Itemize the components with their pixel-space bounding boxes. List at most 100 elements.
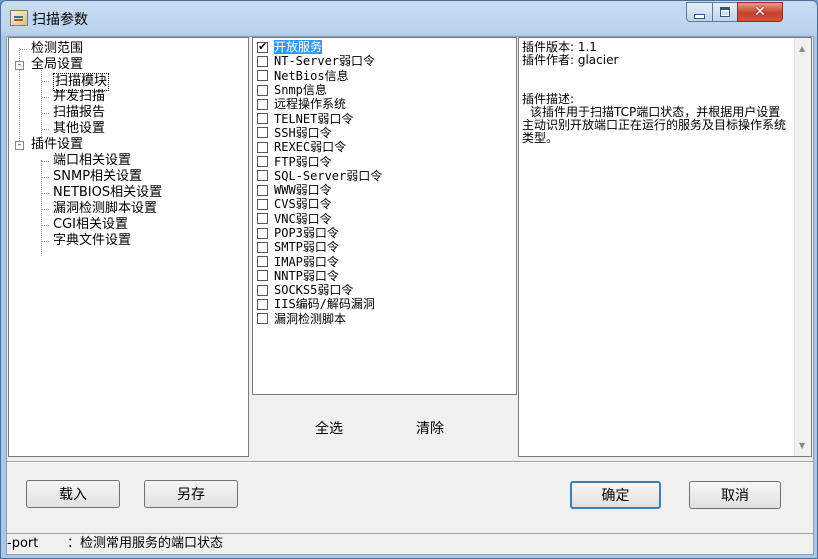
tree-item-label: SNMP相关设置 (53, 169, 143, 184)
module-item[interactable]: NNTP弱口令 (257, 269, 382, 283)
module-item[interactable]: SOCKS5弱口令 (257, 283, 382, 297)
module-item[interactable]: 漏洞检测脚本 (257, 312, 382, 326)
tree-item-label: 扫描报告 (53, 105, 106, 120)
separator (7, 461, 813, 463)
clear-button[interactable]: 清除 (416, 418, 444, 438)
module-item[interactable]: NT-Server弱口令 (257, 54, 382, 68)
module-label: SQL-Server弱口令 (274, 168, 383, 183)
module-checkbox[interactable] (257, 241, 268, 253)
module-label: TELNET弱口令 (274, 111, 354, 126)
tree-connector (20, 49, 27, 50)
scan-params-window: 扫描参数 ✕ 检测范围 - 全局设置 扫描模块 并发扫描 扫描报告 其他设置 - 插件设置 端口相… (0, 0, 818, 559)
module-item[interactable]: SQL-Server弱口令 (257, 169, 382, 183)
module-item[interactable]: IMAP弱口令 (257, 254, 382, 269)
module-label: NT-Server弱口令 (274, 54, 376, 69)
info-scrollbar[interactable]: ▲ ▼ (794, 38, 811, 456)
ok-button[interactable]: 确定 (570, 481, 661, 509)
module-checkbox[interactable] (257, 256, 268, 268)
module-checkbox[interactable] (257, 141, 268, 153)
tree-connector (42, 161, 49, 162)
module-checkbox[interactable] (257, 113, 268, 125)
collapse-icon[interactable]: - (15, 61, 24, 70)
module-checkbox[interactable] (257, 213, 268, 225)
scroll-up-icon[interactable]: ▲ (799, 44, 805, 53)
module-label: CVS弱口令 (274, 197, 332, 212)
module-label: FTP弱口令 (274, 154, 332, 169)
maximize-icon (720, 7, 730, 17)
module-checkbox[interactable] (257, 298, 268, 310)
close-button[interactable]: ✕ (737, 2, 783, 22)
module-label: 开放服务 (274, 40, 323, 55)
module-item[interactable]: POP3弱口令 (257, 226, 382, 240)
module-label: NetBios信息 (274, 68, 349, 83)
plugin-author: 插件作者: glacier (522, 53, 619, 67)
module-item[interactable]: 开放服务 (257, 40, 382, 55)
module-label: 漏洞检测脚本 (274, 311, 347, 326)
module-checkbox[interactable] (257, 98, 268, 110)
save-as-button[interactable]: 另存 (144, 480, 238, 508)
title-bar[interactable]: 扫描参数 ✕ (1, 1, 817, 35)
tree-item-label: NETBIOS相关设置 (53, 185, 163, 200)
module-label: WWW弱口令 (274, 183, 332, 198)
module-item[interactable]: IIS编码/解码漏洞 (257, 297, 382, 311)
module-list-items: 开放服务NT-Server弱口令NetBios信息Snmp信息远程操作系统TEL… (257, 40, 382, 326)
module-checkbox[interactable] (257, 84, 268, 96)
status-bar: -port ：检测常用服务的端口状态 (7, 533, 813, 554)
tree-connector (42, 193, 49, 194)
module-label: VNC弱口令 (274, 211, 332, 226)
scroll-down-icon[interactable]: ▼ (799, 441, 805, 450)
tree-item-label: 并发扫描 (53, 89, 106, 104)
module-item[interactable]: VNC弱口令 (257, 212, 382, 226)
module-item[interactable]: FTP弱口令 (257, 154, 382, 169)
module-item[interactable]: SMTP弱口令 (257, 240, 382, 254)
tree-connector (42, 81, 49, 82)
select-all-button[interactable]: 全选 (315, 418, 343, 438)
module-item[interactable]: TELNET弱口令 (257, 111, 382, 126)
module-checkbox[interactable] (257, 40, 268, 54)
tree-item-label: 插件设置 (31, 137, 84, 152)
cancel-button[interactable]: 取消 (689, 481, 781, 509)
module-checkbox[interactable] (257, 198, 268, 210)
minimize-icon (694, 13, 705, 19)
module-checkbox[interactable] (257, 284, 268, 296)
module-label: IMAP弱口令 (274, 254, 339, 269)
tree-connector (42, 241, 49, 242)
tree-item-label: 检测范围 (31, 41, 84, 56)
tree-connector (42, 209, 49, 210)
module-item[interactable]: Snmp信息 (257, 83, 382, 97)
window-title: 扫描参数 (32, 12, 88, 28)
tree-item-label: 全局设置 (31, 57, 84, 72)
collapse-icon[interactable]: - (15, 141, 24, 150)
status-text: ：检测常用服务的端口状态 (67, 536, 224, 551)
maximize-button[interactable] (712, 2, 738, 22)
module-label: SSH弱口令 (274, 125, 332, 140)
module-label: REXEC弱口令 (274, 140, 347, 155)
module-item[interactable]: REXEC弱口令 (257, 140, 382, 154)
module-checkbox[interactable] (257, 184, 268, 196)
tree-connector (42, 177, 49, 178)
module-checkbox[interactable] (257, 156, 268, 168)
module-item[interactable]: 远程操作系统 (257, 97, 382, 111)
close-icon: ✕ (754, 4, 766, 20)
module-checkbox[interactable] (257, 127, 268, 139)
module-checkbox[interactable] (257, 170, 268, 182)
module-label: SMTP弱口令 (274, 240, 339, 255)
load-button[interactable]: 载入 (26, 480, 120, 508)
module-checkbox[interactable] (257, 270, 268, 282)
module-checkbox[interactable] (257, 55, 268, 67)
tree-connector (42, 113, 49, 114)
tree-item-label: 其他设置 (53, 121, 106, 136)
module-item[interactable]: NetBios信息 (257, 69, 382, 83)
minimize-button[interactable] (686, 2, 713, 22)
plugin-info-panel: 插件版本: 1.1 插件作者: glacier 插件描述: 该插件用于扫描TCP… (518, 37, 812, 457)
module-checkbox[interactable] (257, 70, 268, 82)
module-item[interactable]: WWW弱口令 (257, 183, 382, 197)
module-checkbox[interactable] (257, 313, 268, 325)
module-list[interactable]: 开放服务NT-Server弱口令NetBios信息Snmp信息远程操作系统TEL… (252, 37, 517, 395)
module-checkbox[interactable] (257, 227, 268, 239)
plugin-info-text: 插件版本: 1.1 插件作者: glacier 插件描述: 该插件用于扫描TCP… (522, 41, 787, 145)
plugin-description: 该插件用于扫描TCP端口状态，并根据用户设置主动识别开放端口正在运行的服务及目标… (522, 105, 787, 145)
module-item[interactable]: CVS弱口令 (257, 197, 382, 211)
settings-tree[interactable]: 检测范围 - 全局设置 扫描模块 并发扫描 扫描报告 其他设置 - 插件设置 端口相关设置 SNMP… (8, 37, 249, 457)
module-item[interactable]: SSH弱口令 (257, 126, 382, 140)
